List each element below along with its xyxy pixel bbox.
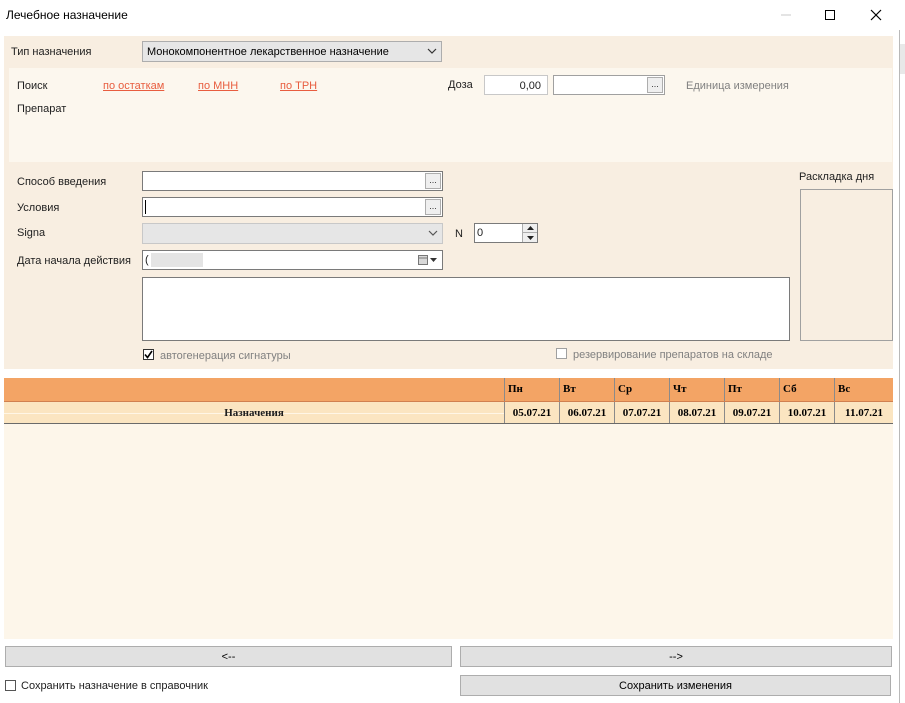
day-layout-label: Раскладка дня	[799, 171, 875, 183]
day-header-tue: Вт	[559, 378, 614, 401]
maximize-button[interactable]	[808, 0, 852, 30]
day-name: Пн	[508, 383, 523, 395]
start-date-picker[interactable]: (	[142, 250, 443, 270]
autogen-signa-label: автогенерация сигнатуры	[160, 350, 291, 362]
close-button[interactable]	[854, 0, 898, 30]
conditions-input[interactable]: ...	[142, 197, 443, 217]
next-week-button[interactable]: -->	[460, 646, 892, 667]
save-changes-button[interactable]: Сохранить изменения	[460, 675, 891, 696]
date-text: 05.07.21	[512, 407, 552, 419]
n-stepper[interactable]: 0	[474, 223, 538, 243]
day-name: Вт	[563, 383, 576, 395]
background-scroll-strip	[900, 44, 905, 74]
day-header-sat: Сб	[779, 378, 834, 401]
minimize-icon	[781, 14, 791, 16]
start-date-value: (	[145, 254, 149, 266]
maximize-icon	[825, 10, 835, 20]
signa-label: Signa	[17, 227, 46, 239]
signa-text-area[interactable]	[142, 277, 790, 341]
day-layout-panel[interactable]	[800, 189, 893, 341]
drug-label: Препарат	[17, 103, 67, 115]
date-cell-thu[interactable]: 08.07.21	[669, 402, 724, 423]
type-select[interactable]: Монокомпонентное лекарственное назначени…	[142, 41, 442, 62]
date-text: 10.07.21	[787, 407, 827, 419]
schedule-grid: Пн Вт Ср Чт Пт Сб Вс Назначения 05.07.21…	[4, 378, 893, 639]
n-label: N	[455, 228, 463, 240]
route-label: Способ введения	[17, 176, 107, 188]
date-cell-fri[interactable]: 09.07.21	[724, 402, 779, 423]
day-name: Ср	[618, 383, 633, 395]
date-cell-wed[interactable]: 07.07.21	[614, 402, 669, 423]
search-by-inn-link[interactable]: по МНН	[198, 80, 238, 92]
prescription-window: Лечебное назначение Тип назначения Монок…	[0, 0, 900, 703]
assignments-label: Назначения	[224, 407, 284, 419]
date-text: 06.07.21	[567, 407, 607, 419]
day-header-mon: Пн	[504, 378, 559, 401]
autogen-signa-checkbox[interactable]	[143, 349, 154, 360]
calendar-icon[interactable]	[418, 255, 438, 265]
type-value: Монокомпонентное лекарственное назначени…	[147, 46, 389, 58]
chevron-down-icon	[427, 48, 437, 54]
day-header-fri: Пт	[724, 378, 779, 401]
day-header-sun: Вс	[834, 378, 893, 401]
stepper-up-button[interactable]	[523, 224, 537, 233]
background-window-edge	[900, 0, 905, 703]
day-name: Пт	[728, 383, 742, 395]
save-to-reference-checkbox[interactable]	[5, 680, 16, 691]
unit-browse-button[interactable]: ...	[647, 77, 663, 93]
date-cell-sun[interactable]: 11.07.21	[834, 402, 893, 423]
stepper-buttons	[522, 224, 537, 242]
reserve-drugs-checkbox[interactable]	[556, 348, 567, 359]
reserve-drugs-label: резервирование препаратов на складе	[573, 349, 773, 361]
date-cell-mon[interactable]: 05.07.21	[504, 402, 559, 423]
title-bar: Лечебное назначение	[0, 0, 900, 30]
day-name: Чт	[673, 383, 687, 395]
triangle-down-icon	[526, 235, 534, 240]
day-header-wed: Ср	[614, 378, 669, 401]
dose-input[interactable]: 0,00	[484, 75, 548, 95]
date-cell-sat[interactable]: 10.07.21	[779, 402, 834, 423]
date-text: 11.07.21	[845, 407, 883, 419]
search-by-stock-link[interactable]: по остаткам	[103, 80, 164, 92]
minimize-button[interactable]	[764, 0, 808, 30]
start-date-label: Дата начала действия	[17, 255, 131, 267]
chevron-down-icon	[428, 230, 438, 236]
route-browse-button[interactable]: ...	[425, 173, 441, 189]
date-text: 09.07.21	[732, 407, 772, 419]
day-name: Вс	[838, 383, 851, 395]
close-icon	[870, 9, 882, 21]
dose-label: Доза	[448, 79, 473, 91]
n-value: 0	[477, 227, 484, 239]
unit-label: Единица измерения	[686, 80, 789, 92]
triangle-up-icon	[526, 226, 534, 230]
route-input[interactable]: ...	[142, 171, 443, 191]
search-label: Поиск	[17, 80, 48, 92]
type-label: Тип назначения	[11, 46, 92, 58]
schedule-date-row: Назначения 05.07.21 06.07.21 07.07.21 08…	[4, 402, 893, 424]
day-name: Сб	[783, 383, 797, 395]
date-text: 07.07.21	[622, 407, 662, 419]
search-by-trade-name-link[interactable]: по ТРН	[280, 80, 317, 92]
save-to-reference-label: Сохранить назначение в справочник	[21, 680, 208, 692]
date-cell-tue[interactable]: 06.07.21	[559, 402, 614, 423]
stepper-down-button[interactable]	[523, 233, 537, 242]
day-header-thu: Чт	[669, 378, 724, 401]
prev-week-button[interactable]: <--	[5, 646, 452, 667]
conditions-browse-button[interactable]: ...	[425, 199, 441, 215]
unit-input[interactable]: ...	[553, 75, 665, 95]
conditions-label: Условия	[17, 202, 60, 214]
checkmark-icon	[144, 350, 153, 359]
schedule-header-row: Пн Вт Ср Чт Пт Сб Вс	[4, 378, 893, 402]
signa-select[interactable]	[142, 223, 443, 244]
window-title: Лечебное назначение	[6, 8, 128, 22]
dose-value: 0,00	[519, 80, 541, 92]
redacted-date	[151, 253, 203, 267]
date-text: 08.07.21	[677, 407, 717, 419]
text-caret	[145, 200, 146, 214]
